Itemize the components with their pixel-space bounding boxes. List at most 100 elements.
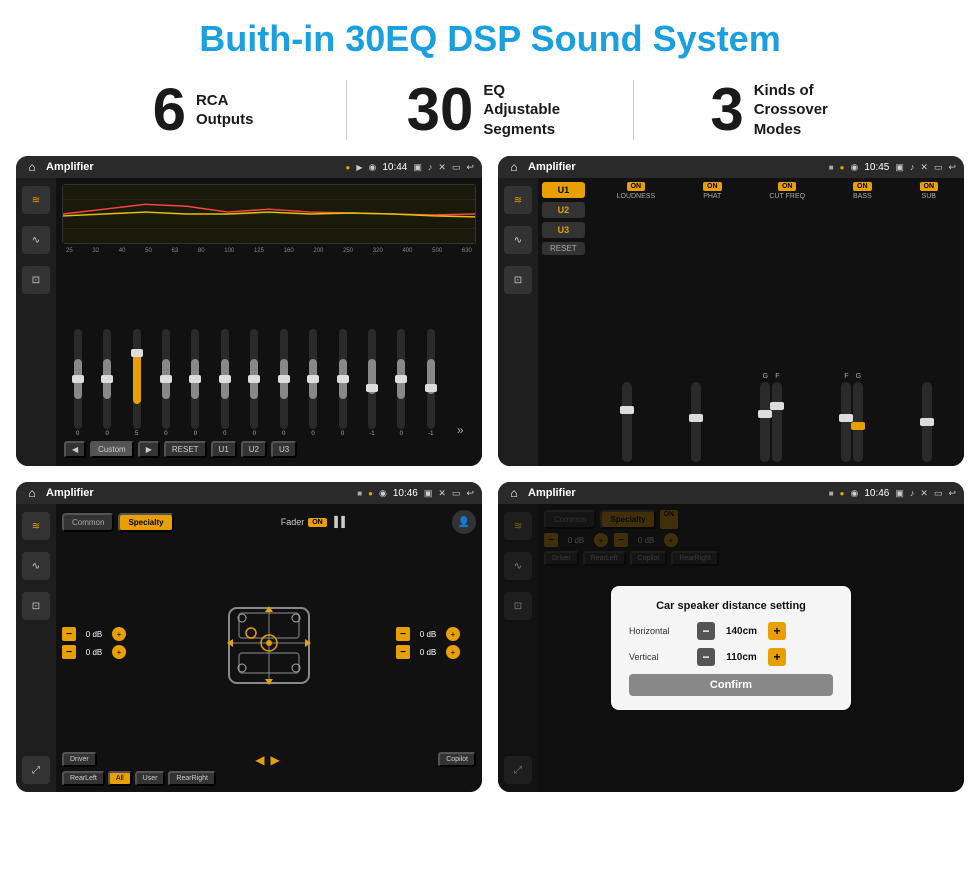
rearleft-btn[interactable]: RearLeft xyxy=(62,771,105,786)
eq-thumb-2[interactable] xyxy=(101,375,113,383)
loudness-track[interactable] xyxy=(622,382,632,462)
fader-sidebar-btn-4[interactable]: ⤢ xyxy=(22,756,50,784)
amp2-loudness-slider xyxy=(622,382,632,462)
amp2-sidebar-btn-3[interactable]: ⊡ xyxy=(504,266,532,294)
rearright-btn[interactable]: RearRight xyxy=(168,771,216,786)
fader-sidebar-btn-3[interactable]: ⊡ xyxy=(22,592,50,620)
eq-track-2[interactable] xyxy=(103,329,111,429)
eq-thumb-9[interactable] xyxy=(307,375,319,383)
eq-thumb-8[interactable] xyxy=(278,375,290,383)
fader-sidebar-btn-1[interactable]: ≋ xyxy=(22,512,50,540)
eq-track-5[interactable] xyxy=(191,329,199,429)
eq-track-6[interactable] xyxy=(221,329,229,429)
eq-track-13[interactable] xyxy=(427,329,435,429)
user-icon[interactable]: 👤 xyxy=(452,510,476,534)
fader-sidebar-btn-2[interactable]: ∿ xyxy=(22,552,50,580)
eq-u3-btn[interactable]: U3 xyxy=(271,441,297,458)
all-btn[interactable]: All xyxy=(108,771,132,786)
horizontal-plus[interactable]: + xyxy=(768,622,786,640)
user-btn[interactable]: User xyxy=(135,771,166,786)
loudness-on[interactable]: ON xyxy=(627,182,646,191)
arrow-right[interactable]: ▶ xyxy=(270,753,279,767)
db-plus-fr[interactable]: + xyxy=(446,627,460,641)
eq-track-12[interactable] xyxy=(397,329,405,429)
tab-specialty[interactable]: Specialty xyxy=(118,513,173,532)
db-plus-fl[interactable]: + xyxy=(112,627,126,641)
eq-thumb-4[interactable] xyxy=(160,375,172,383)
loudness-thumb[interactable] xyxy=(620,406,634,414)
eq-track-4[interactable] xyxy=(162,329,170,429)
preset-u2[interactable]: U2 xyxy=(542,202,585,218)
eq-u2-btn[interactable]: U2 xyxy=(241,441,267,458)
fader-on-badge[interactable]: ON xyxy=(308,518,327,527)
eq-reset-btn[interactable]: RESET xyxy=(164,441,207,458)
eq-track-11[interactable] xyxy=(368,329,376,429)
phat-thumb[interactable] xyxy=(689,414,703,422)
phat-track[interactable] xyxy=(691,382,701,462)
driver-btn[interactable]: Driver xyxy=(62,752,97,767)
horizontal-minus[interactable]: − xyxy=(697,622,715,640)
db-minus-fl[interactable]: − xyxy=(62,627,76,641)
sub-track[interactable] xyxy=(922,382,932,462)
eq-thumb-12[interactable] xyxy=(395,375,407,383)
eq-track-1[interactable] xyxy=(74,329,82,429)
g-track[interactable] xyxy=(760,382,770,462)
db-minus-rr[interactable]: − xyxy=(396,645,410,659)
bass-label: BASS xyxy=(853,193,872,200)
eq-sidebar-btn-3[interactable]: ⊡ xyxy=(22,266,50,294)
eq-sidebar-btn-1[interactable]: ≋ xyxy=(22,186,50,214)
bass-on[interactable]: ON xyxy=(853,182,872,191)
eq-prev-btn[interactable]: ◀ xyxy=(64,441,86,458)
sub-on[interactable]: ON xyxy=(920,182,939,191)
confirm-button[interactable]: Confirm xyxy=(629,674,833,696)
amp2-sidebar-btn-1[interactable]: ≋ xyxy=(504,186,532,214)
eq-thumb-7[interactable] xyxy=(248,375,260,383)
eq-thumb-13[interactable] xyxy=(425,384,437,392)
db-minus-fr[interactable]: − xyxy=(396,627,410,641)
preset-u1[interactable]: U1 xyxy=(542,182,585,198)
eq-thumb-1[interactable] xyxy=(72,375,84,383)
amp2-sidebar-btn-2[interactable]: ∿ xyxy=(504,226,532,254)
app-title-1: Amplifier xyxy=(46,161,339,173)
eq-thumb-11[interactable] xyxy=(366,384,378,392)
f-track[interactable] xyxy=(772,382,782,462)
status-bar-1: ⌂ Amplifier ● ▶ ◉ 10:44 ▣ ♪ ✕ ▭ ↩ xyxy=(16,156,482,178)
copilot-btn[interactable]: Copilot xyxy=(438,752,476,767)
arrow-left[interactable]: ◀ xyxy=(255,753,264,767)
horizontal-ctrl: − 140cm + xyxy=(697,622,786,640)
eq-track-7[interactable] xyxy=(250,329,258,429)
sub-thumb[interactable] xyxy=(920,418,934,426)
eq-track-3[interactable] xyxy=(133,329,141,429)
cutfreq-on[interactable]: ON xyxy=(778,182,797,191)
eq-track-9[interactable] xyxy=(309,329,317,429)
eq-next-btn[interactable]: ▶ xyxy=(138,441,160,458)
eq-thumb-10[interactable] xyxy=(337,375,349,383)
amp2-reset[interactable]: RESET xyxy=(542,242,585,255)
vertical-minus[interactable]: − xyxy=(697,648,715,666)
eq-track-10[interactable] xyxy=(339,329,347,429)
db-minus-rl[interactable]: − xyxy=(62,645,76,659)
eq-graph-svg xyxy=(63,185,475,243)
eq-thumb-5[interactable] xyxy=(189,375,201,383)
eq-u1-btn[interactable]: U1 xyxy=(211,441,237,458)
eq-thumb-6[interactable] xyxy=(219,375,231,383)
preset-u3[interactable]: U3 xyxy=(542,222,585,238)
eq-sidebar-btn-2[interactable]: ∿ xyxy=(22,226,50,254)
status-bar-4: ⌂ Amplifier ■ ● ◉ 10:46 ▣ ♪ ✕ ▭ ↩ xyxy=(498,482,964,504)
eq-thumb-3[interactable] xyxy=(131,349,143,357)
vertical-plus[interactable]: + xyxy=(768,648,786,666)
g2-track[interactable] xyxy=(853,382,863,462)
f-thumb[interactable] xyxy=(770,402,784,410)
f2-thumb[interactable] xyxy=(839,414,853,422)
horizontal-label: Horizontal xyxy=(629,626,689,636)
tab-common[interactable]: Common xyxy=(62,513,114,532)
db-plus-rl[interactable]: + xyxy=(112,645,126,659)
eq-preset-btn[interactable]: Custom xyxy=(90,441,134,458)
g-thumb[interactable] xyxy=(758,410,772,418)
f2-track[interactable] xyxy=(841,382,851,462)
phat-on[interactable]: ON xyxy=(703,182,722,191)
eq-track-8[interactable] xyxy=(280,329,288,429)
db-plus-rr[interactable]: + xyxy=(446,645,460,659)
g2-thumb[interactable] xyxy=(851,422,865,430)
eq-slider-11: -1 xyxy=(358,329,385,437)
